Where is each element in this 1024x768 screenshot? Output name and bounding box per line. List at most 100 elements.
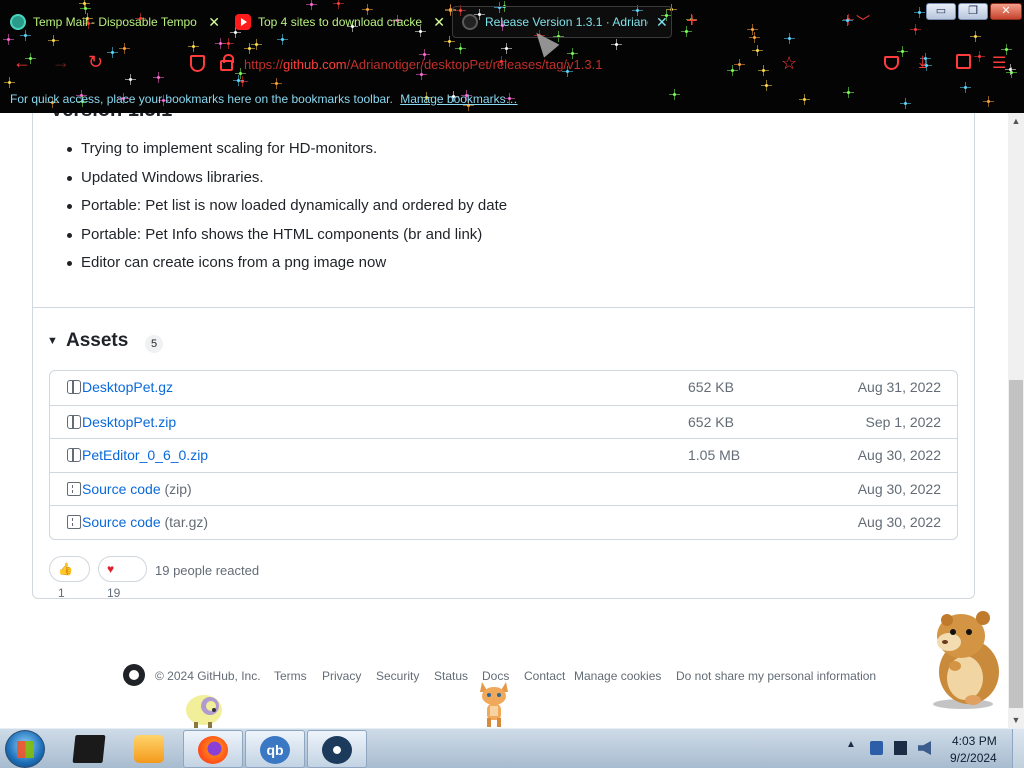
sparkle	[107, 47, 118, 58]
clock-time[interactable]: 4:03 PM	[952, 734, 997, 748]
github-logo-icon[interactable]	[123, 664, 145, 686]
sparkle	[758, 65, 769, 76]
hamburger-menu-icon[interactable]: ☰	[992, 53, 1006, 73]
lock-icon[interactable]	[220, 54, 234, 71]
close-icon[interactable]: ✕	[208, 14, 220, 31]
asset-link[interactable]: Source code (zip)	[82, 481, 192, 497]
new-tab-button[interactable]: +	[686, 10, 698, 33]
sparkle	[914, 7, 925, 18]
close-icon[interactable]: ✕	[656, 14, 668, 31]
sparkle	[277, 34, 288, 45]
asset-row: Source code (tar.gz) Aug 30, 2022	[50, 505, 957, 539]
sparkle	[784, 33, 795, 44]
tab-github-release[interactable]: Release Version 1.3.1 · Adrianot ✕	[452, 6, 672, 38]
tracking-protection-shield-icon[interactable]	[190, 55, 205, 72]
sparkle	[974, 51, 985, 62]
sparkle	[567, 48, 578, 59]
asset-row: PetEditor_0_6_0.zip 1.05 MB Aug 30, 2022	[50, 438, 957, 472]
assets-table: DesktopPet.gz 652 KB Aug 31, 2022 Deskto…	[49, 370, 958, 540]
asset-date: Sep 1, 2022	[865, 413, 941, 430]
vertical-scrollbar[interactable]: ▲ ▼	[1008, 113, 1024, 728]
sparkle	[444, 36, 455, 47]
maximize-button[interactable]: ❐	[958, 3, 988, 20]
taskbar-app-media-player[interactable]	[120, 730, 180, 768]
asset-link[interactable]: DesktopPet.gz	[82, 379, 173, 395]
steam-icon	[322, 736, 352, 764]
reload-icon[interactable]: ↻	[88, 52, 103, 73]
hamster-pet-sprite[interactable]	[925, 608, 1007, 710]
close-window-button[interactable]: ✕	[990, 3, 1022, 20]
file-zip-icon	[67, 515, 81, 530]
system-tray: ▲	[842, 739, 942, 759]
sparkle	[48, 35, 59, 46]
footer-link-privacy[interactable]: Privacy	[322, 669, 361, 683]
list-item: Editor can create icons from a png image…	[66, 253, 507, 282]
taskbar-app-qbittorrent[interactable]: qb	[245, 730, 305, 768]
taskbar-app-steam[interactable]	[307, 730, 367, 768]
asset-link[interactable]: DesktopPet.zip	[82, 414, 176, 430]
sparkle	[501, 43, 512, 54]
sparkle	[734, 59, 745, 70]
extensions-icon[interactable]	[956, 54, 971, 69]
scroll-down-arrow-icon[interactable]: ▼	[1008, 712, 1024, 728]
tab-temp-mail[interactable]: Temp Mail - Disposable Tempo ✕	[10, 6, 220, 38]
reaction-heart-button[interactable]: ♥ 19	[98, 556, 147, 600]
footer-link-do-not-share[interactable]: Do not share my personal information	[676, 669, 876, 683]
url-host: github.com	[283, 57, 347, 72]
bookmarks-toolbar: For quick access, place your bookmarks h…	[10, 92, 518, 106]
list-all-tabs-button[interactable]: ﹀	[856, 12, 870, 32]
taskbar-app-firefox[interactable]	[183, 730, 243, 768]
sparkle	[419, 49, 430, 60]
package-icon	[67, 448, 81, 463]
asset-size: 652 KB	[688, 413, 734, 430]
footer-link-contact[interactable]: Contact	[524, 669, 565, 683]
caret-down-icon[interactable]: ▼	[47, 335, 58, 347]
footer-link-terms[interactable]: Terms	[274, 669, 307, 683]
display-icon[interactable]	[894, 741, 907, 755]
bookmark-star-icon[interactable]: ☆	[781, 53, 797, 74]
download-icon[interactable]: ⤓	[919, 52, 927, 72]
minimize-button[interactable]: ▭	[926, 3, 956, 20]
asset-date: Aug 30, 2022	[857, 480, 941, 497]
file-zip-icon	[67, 481, 81, 496]
network-icon[interactable]	[870, 741, 883, 755]
url-bar[interactable]: https://github.com/Adrianotiger/desktopP…	[244, 57, 602, 72]
volume-icon[interactable]	[918, 741, 931, 755]
pocket-icon[interactable]	[884, 56, 899, 70]
divider	[33, 307, 974, 308]
show-hidden-icons-arrow-icon[interactable]: ▲	[846, 739, 856, 750]
clock-date[interactable]: 9/2/2024	[950, 751, 997, 765]
sparkle	[223, 38, 234, 49]
asset-size: 652 KB	[688, 379, 734, 395]
assets-heading[interactable]: Assets	[66, 330, 128, 352]
reactions-summary[interactable]: 19 people reacted	[155, 563, 259, 578]
sparkle	[611, 39, 622, 50]
reaction-thumbs-up-button[interactable]: 👍1	[49, 556, 90, 600]
cat-pet-sprite[interactable]	[478, 678, 510, 728]
sparkle	[669, 89, 680, 100]
sparkle	[799, 94, 810, 105]
taskbar-app-console[interactable]	[60, 730, 120, 768]
scrollbar-thumb[interactable]	[1009, 380, 1023, 708]
asset-link[interactable]: Source code (tar.gz)	[82, 514, 208, 530]
sheep-pet-sprite[interactable]	[184, 690, 228, 730]
footer-link-status[interactable]: Status	[434, 669, 468, 683]
sparkle	[843, 87, 854, 98]
manage-bookmarks-link[interactable]: Manage bookmarks…	[400, 92, 517, 106]
reaction-count: 1	[58, 586, 65, 600]
asset-link[interactable]: PetEditor_0_6_0.zip	[82, 447, 208, 463]
sparkle	[244, 43, 255, 54]
start-button-windows-icon[interactable]	[5, 730, 45, 768]
close-icon[interactable]: ✕	[433, 14, 445, 31]
asset-row: Source code (zip) Aug 30, 2022	[50, 471, 957, 506]
back-arrow-icon[interactable]: ←	[13, 52, 31, 73]
scroll-up-arrow-icon[interactable]: ▲	[1008, 113, 1024, 129]
forward-arrow-icon[interactable]: →	[52, 52, 70, 73]
footer-link-security[interactable]: Security	[376, 669, 419, 683]
sparkle	[960, 82, 971, 93]
show-desktop-button[interactable]	[1012, 729, 1024, 768]
tab-youtube[interactable]: Top 4 sites to download cracke ✕	[235, 6, 445, 38]
footer-link-manage-cookies[interactable]: Manage cookies	[574, 669, 661, 683]
tempmail-icon	[10, 14, 26, 30]
list-item: Updated Windows libraries.	[66, 168, 507, 197]
